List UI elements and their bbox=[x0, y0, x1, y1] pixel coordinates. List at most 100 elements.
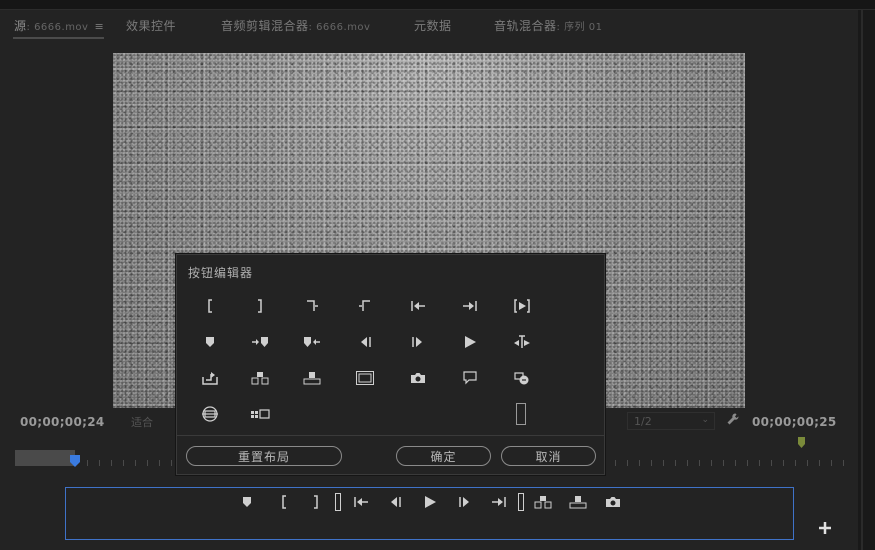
playback-resolution-value: 1/2 bbox=[634, 415, 652, 428]
playback-resolution-select[interactable]: 1/2 ⌄ bbox=[627, 412, 715, 430]
loop-playback-button[interactable] bbox=[199, 368, 221, 388]
ok-button[interactable]: 确定 bbox=[396, 446, 491, 466]
mark-out-button[interactable] bbox=[306, 493, 326, 511]
step-back-icon bbox=[361, 337, 372, 347]
tab-effect-controls-label: 效果控件 bbox=[126, 19, 177, 33]
mark-in-button[interactable] bbox=[274, 493, 294, 511]
overwrite-button[interactable] bbox=[301, 368, 323, 388]
play-in-to-out-button[interactable] bbox=[511, 296, 533, 316]
next-marker-icon bbox=[251, 337, 268, 347]
export-frame-button[interactable] bbox=[603, 493, 623, 511]
camera-icon bbox=[411, 373, 425, 383]
vr-video-button[interactable] bbox=[511, 368, 533, 388]
go-to-in-button[interactable] bbox=[351, 493, 371, 511]
speech-bubble-icon bbox=[463, 371, 477, 385]
tab-audio-clip-mixer-label: 音频剪辑混合器 bbox=[221, 19, 309, 33]
playhead-timecode[interactable]: 00;00;00;24 bbox=[20, 415, 105, 429]
spacer-icon bbox=[335, 493, 341, 511]
marker-icon bbox=[206, 337, 214, 347]
overwrite-button[interactable] bbox=[568, 493, 588, 511]
dialog-separator bbox=[177, 435, 604, 436]
tab-track-mixer-label: 音轨混合器 bbox=[494, 19, 557, 33]
tab-effect-controls[interactable]: 效果控件 bbox=[126, 17, 176, 34]
duration-timecode: 00;00;00;25 bbox=[752, 415, 837, 429]
marker-icon[interactable] bbox=[798, 437, 805, 448]
proxy-icon bbox=[251, 408, 270, 420]
top-strip bbox=[0, 0, 875, 10]
dialog-title: 按钮编辑器 bbox=[188, 266, 254, 280]
multi-camera-icon bbox=[201, 406, 219, 422]
insert-button[interactable] bbox=[249, 368, 271, 388]
step-forward-button[interactable] bbox=[407, 332, 429, 352]
step-back-icon bbox=[391, 497, 402, 507]
play-in-to-out-icon bbox=[513, 299, 531, 313]
tab-source[interactable]: 源: 6666.mov ≡ bbox=[14, 17, 104, 34]
chevron-down-icon: ⌄ bbox=[701, 415, 709, 425]
go-to-out-button[interactable] bbox=[489, 493, 509, 511]
spacer-icon[interactable] bbox=[516, 403, 526, 425]
tab-metadata[interactable]: 元数据 bbox=[414, 17, 452, 34]
go-to-out-icon bbox=[462, 300, 478, 312]
go-to-in-icon bbox=[410, 300, 426, 312]
wrench-icon[interactable] bbox=[726, 412, 740, 426]
add-marker-button[interactable] bbox=[199, 332, 221, 352]
play-button[interactable] bbox=[459, 332, 481, 352]
play-icon bbox=[425, 496, 436, 508]
reset-layout-button[interactable]: 重置布局 bbox=[186, 446, 342, 466]
multi-camera-button[interactable] bbox=[199, 404, 221, 424]
comment-button[interactable] bbox=[459, 368, 481, 388]
clear-out-icon bbox=[358, 299, 372, 313]
go-to-out-icon bbox=[491, 496, 507, 508]
insert-icon bbox=[251, 372, 269, 385]
clear-in-icon bbox=[305, 299, 319, 313]
tab-source-sub: : 6666.mov bbox=[26, 22, 89, 33]
previous-marker-icon bbox=[304, 337, 321, 347]
mark-in-icon bbox=[206, 299, 214, 313]
add-marker-button[interactable] bbox=[237, 493, 257, 511]
tab-audio-clip-mixer[interactable]: 音频剪辑混合器: 6666.mov bbox=[221, 17, 370, 34]
step-forward-icon bbox=[411, 337, 422, 347]
go-to-next-marker-button[interactable] bbox=[249, 332, 271, 352]
go-to-previous-marker-button[interactable] bbox=[301, 332, 323, 352]
marker-icon bbox=[243, 497, 251, 507]
mark-in-button[interactable] bbox=[199, 296, 221, 316]
playhead-icon[interactable] bbox=[70, 455, 80, 467]
spacer-slot[interactable] bbox=[328, 493, 348, 511]
safe-margins-button[interactable] bbox=[354, 368, 376, 388]
clear-in-button[interactable] bbox=[301, 296, 323, 316]
panel-tabs: 源: 6666.mov ≡ 效果控件 音频剪辑混合器: 6666.mov 元数据 … bbox=[0, 10, 858, 40]
tab-track-mixer[interactable]: 音轨混合器: 序列 01 bbox=[494, 17, 602, 34]
go-to-out-button[interactable] bbox=[459, 296, 481, 316]
transport-button-bar[interactable] bbox=[65, 487, 794, 540]
panel-right-edge bbox=[858, 10, 875, 550]
clear-out-button[interactable] bbox=[354, 296, 376, 316]
export-frame-button[interactable] bbox=[407, 368, 429, 388]
active-tab-underline bbox=[13, 37, 104, 39]
play-around-icon bbox=[514, 335, 530, 349]
tab-track-mixer-sub: : 序列 01 bbox=[556, 22, 603, 33]
cancel-button[interactable]: 取消 bbox=[501, 446, 596, 466]
safe-margins-icon bbox=[356, 371, 374, 385]
step-forward-button[interactable] bbox=[455, 493, 475, 511]
overwrite-icon bbox=[303, 372, 321, 385]
step-back-button[interactable] bbox=[354, 332, 376, 352]
mark-in-icon bbox=[280, 495, 288, 509]
insert-button[interactable] bbox=[533, 493, 553, 511]
spacer-icon bbox=[518, 493, 524, 511]
insert-icon bbox=[534, 496, 552, 509]
play-button[interactable] bbox=[420, 493, 440, 511]
button-editor-dialog: 按钮编辑器 重置布局 确定 取消 bbox=[176, 254, 605, 475]
toggle-proxies-button[interactable] bbox=[249, 404, 271, 424]
vr-video-icon bbox=[514, 371, 529, 385]
go-to-in-button[interactable] bbox=[407, 296, 429, 316]
tab-metadata-label: 元数据 bbox=[414, 19, 452, 33]
spacer-slot-2[interactable] bbox=[511, 493, 531, 511]
step-back-button[interactable] bbox=[385, 493, 405, 511]
tab-source-label: 源 bbox=[14, 19, 27, 33]
step-forward-icon bbox=[458, 497, 469, 507]
plus-icon[interactable] bbox=[817, 520, 833, 536]
tab-menu-icon[interactable]: ≡ bbox=[94, 20, 104, 33]
play-around-button[interactable] bbox=[511, 332, 533, 352]
go-to-in-icon bbox=[353, 496, 369, 508]
mark-out-button[interactable] bbox=[249, 296, 271, 316]
